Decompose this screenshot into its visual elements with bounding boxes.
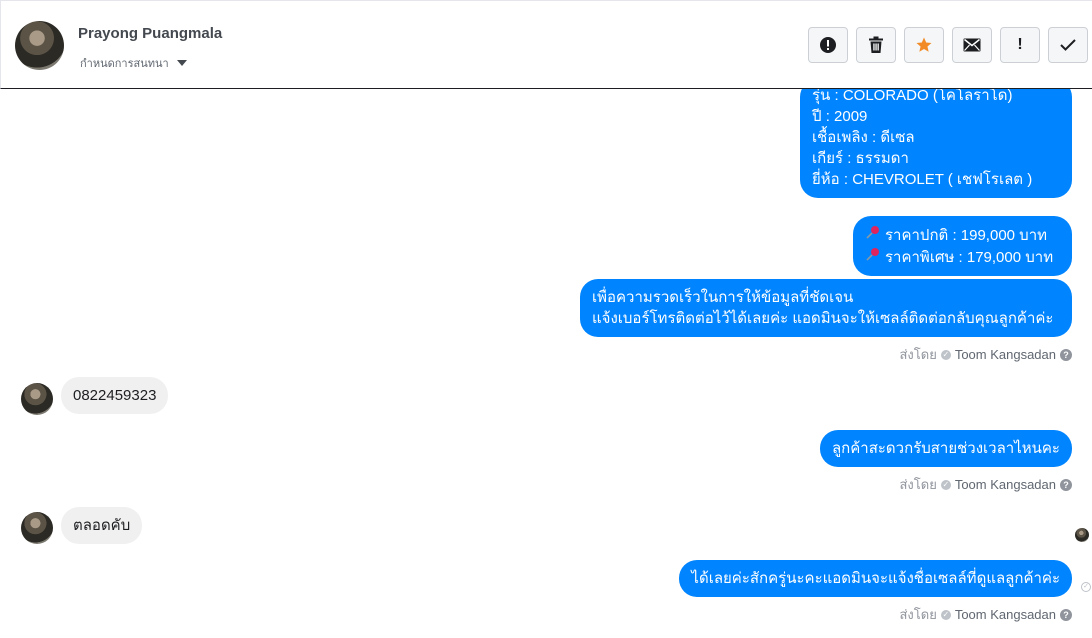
star-icon <box>916 37 932 52</box>
agent-name[interactable]: Toom Kangsadan <box>955 347 1056 362</box>
contact-name[interactable]: Prayong Puangmala <box>78 25 222 42</box>
assign-label: กำหนดการสนทนา <box>80 58 169 70</box>
message-car-details[interactable]: รุ่น : COLORADO (โคโลราโด) ปี : 2009 เชื… <box>800 79 1072 198</box>
contact-avatar-small <box>21 383 53 415</box>
exclamation-icon: ! <box>1017 36 1023 53</box>
message-customer-phone[interactable]: 0822459323 <box>61 377 169 414</box>
message-line: ปี : 2009 <box>812 108 868 125</box>
verified-icon: ✓ <box>940 349 951 360</box>
message-price[interactable]: ราคาปกติ : 199,000 บาท ราคาพิเศษ : 179,0… <box>853 216 1072 276</box>
conversation-header: Prayong Puangmala กำหนดการสนทนา ! <box>0 0 1092 89</box>
message-line: เชื้อเพลิง : ดีเซล <box>812 129 915 146</box>
message-time-question[interactable]: ลูกค้าสะดวกรับสายช่วงเวลาไหนคะ <box>819 430 1072 467</box>
alert-icon <box>820 37 836 53</box>
header-actions: ! <box>808 27 1088 63</box>
sent-status-icon: ✓ <box>1081 582 1091 592</box>
message-line: เพื่อความรวดเร็วในการให้ข้อมูลที่ชัดเจน <box>592 289 854 306</box>
checkmark-icon <box>1060 39 1076 51</box>
agent-name[interactable]: Toom Kangsadan <box>955 607 1056 622</box>
verified-icon: ✓ <box>940 479 951 490</box>
message-final-reply[interactable]: ได้เลยค่ะสักครู่นะคะแอดมินจะแจ้งชื่อเซลล… <box>679 560 1072 597</box>
follow-up-button[interactable]: ! <box>1000 27 1040 63</box>
help-icon[interactable]: ? <box>1060 348 1072 361</box>
pushpin-icon <box>865 246 881 268</box>
sent-by-label: ส่งโดย ✓ Toom Kangsadan ? <box>899 344 1072 365</box>
mark-done-button[interactable] <box>1048 27 1088 63</box>
special-price: ราคาพิเศษ : 179,000 บาท <box>885 249 1054 266</box>
seen-avatar <box>1075 528 1089 542</box>
message-line: เกียร์ : ธรรมดา <box>812 150 909 167</box>
message-line: ราคาพิเศษ : 179,000 บาท <box>865 246 1060 268</box>
caret-down-icon <box>176 60 187 66</box>
conversation-view: Prayong Puangmala กำหนดการสนทนา ! รุ่น:… <box>0 0 1092 638</box>
assign-conversation-dropdown[interactable]: กำหนดการสนทนา <box>80 54 187 72</box>
message-line: ราคาปกติ : 199,000 บาท <box>865 224 1060 246</box>
sent-by-label: ส่งโดย ✓ Toom Kangsadan ? <box>899 604 1072 625</box>
help-icon[interactable]: ? <box>1060 478 1072 491</box>
message-customer-reply[interactable]: ตลอดคับ <box>61 507 143 544</box>
mark-spam-button[interactable] <box>808 27 848 63</box>
star-button[interactable] <box>904 27 944 63</box>
contact-avatar[interactable] <box>15 21 64 70</box>
help-icon[interactable]: ? <box>1060 608 1072 621</box>
envelope-icon <box>963 38 981 52</box>
agent-name[interactable]: Toom Kangsadan <box>955 477 1056 492</box>
message-contact-request[interactable]: เพื่อความรวดเร็วในการให้ข้อมูลที่ชัดเจน … <box>580 279 1072 337</box>
message-line: ยี่ห้อ : CHEVROLET ( เชฟโรเลต ) <box>812 171 1033 188</box>
verified-icon: ✓ <box>940 609 951 620</box>
trash-icon <box>869 36 883 53</box>
regular-price: ราคาปกติ : 199,000 บาท <box>885 227 1048 244</box>
mark-unread-button[interactable] <box>952 27 992 63</box>
pushpin-icon <box>865 224 881 246</box>
contact-avatar-small <box>21 512 53 544</box>
sent-by-label: ส่งโดย ✓ Toom Kangsadan ? <box>899 474 1072 495</box>
delete-button[interactable] <box>856 27 896 63</box>
message-line: แจ้งเบอร์โทรติดต่อไว้ได้เลยค่ะ แอดมินจะใ… <box>592 310 1054 327</box>
